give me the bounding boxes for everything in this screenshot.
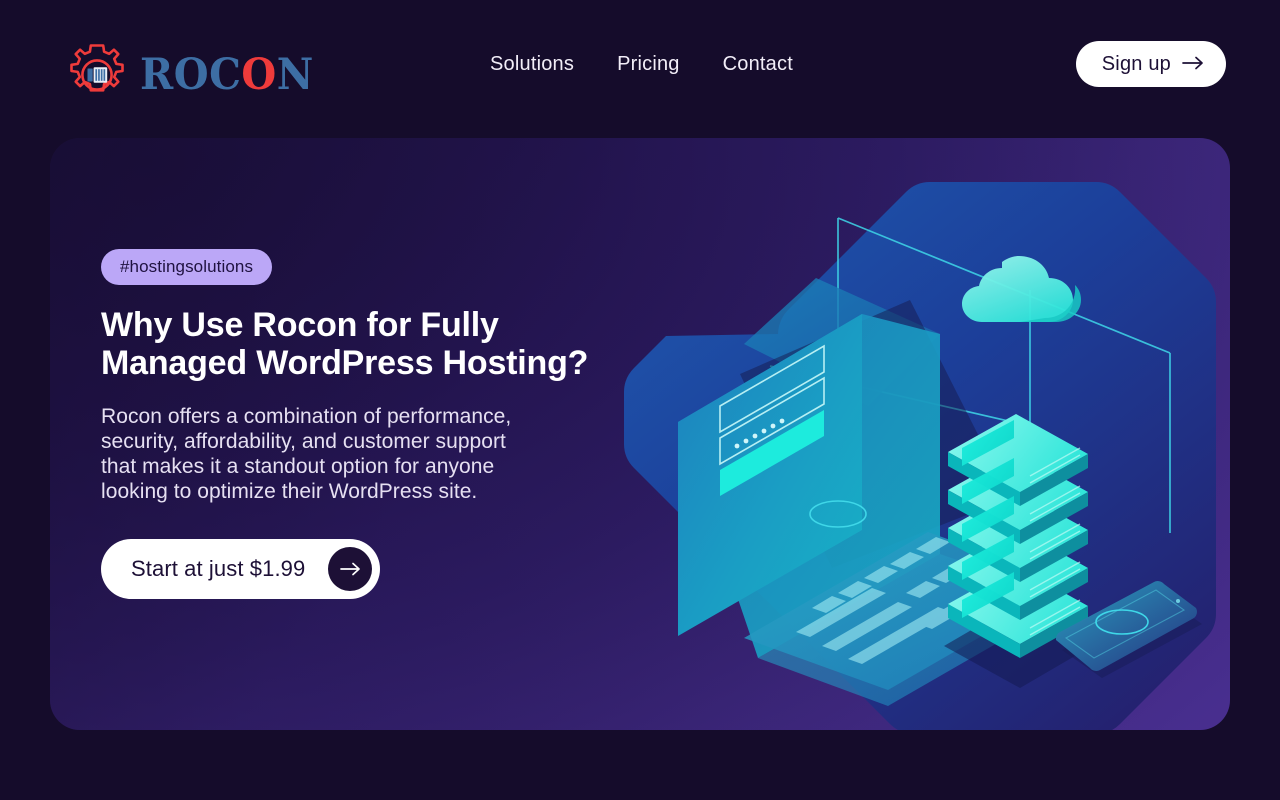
nav-item-solutions[interactable]: Solutions bbox=[490, 50, 574, 78]
nav-item-pricing[interactable]: Pricing bbox=[617, 50, 680, 78]
hashtag-badge: #hostingsolutions bbox=[101, 249, 273, 285]
brand-wordmark: ROC O N bbox=[140, 53, 314, 96]
page-title: Why Use Rocon for Fully Managed WordPres… bbox=[101, 306, 589, 382]
start-pricing-button[interactable]: Start at just $1.99 bbox=[101, 539, 380, 599]
brand-word-part-1: ROC bbox=[140, 49, 242, 100]
hero-content: #hostingsolutions Why Use Rocon for Full… bbox=[101, 249, 631, 599]
sign-up-button[interactable]: Sign up bbox=[1075, 41, 1226, 87]
brand-logo[interactable]: ROC O N bbox=[64, 42, 314, 108]
arrow-right-icon bbox=[1182, 53, 1204, 76]
gear-server-icon bbox=[64, 42, 130, 108]
brand-word-part-2: N bbox=[276, 49, 314, 100]
nav-item-contact[interactable]: Contact bbox=[723, 50, 793, 78]
hero-card: #hostingsolutions Why Use Rocon for Full… bbox=[50, 138, 1230, 730]
brand-word-accent: O bbox=[241, 49, 277, 100]
site-header: ROC O N Solutions Pricing Contact Sign up bbox=[0, 0, 1280, 128]
landing-page: ROC O N Solutions Pricing Contact Sign up bbox=[0, 0, 1280, 800]
main-navigation: Solutions Pricing Contact bbox=[490, 50, 793, 78]
hero-description: Rocon offers a combination of performanc… bbox=[101, 405, 512, 503]
isometric-cloud-hosting-illustration bbox=[610, 138, 1230, 730]
start-pricing-label: Start at just $1.99 bbox=[131, 556, 306, 581]
sign-up-label: Sign up bbox=[1101, 52, 1171, 75]
server-rack-glyph bbox=[87, 67, 108, 83]
arrow-right-icon bbox=[328, 547, 372, 591]
